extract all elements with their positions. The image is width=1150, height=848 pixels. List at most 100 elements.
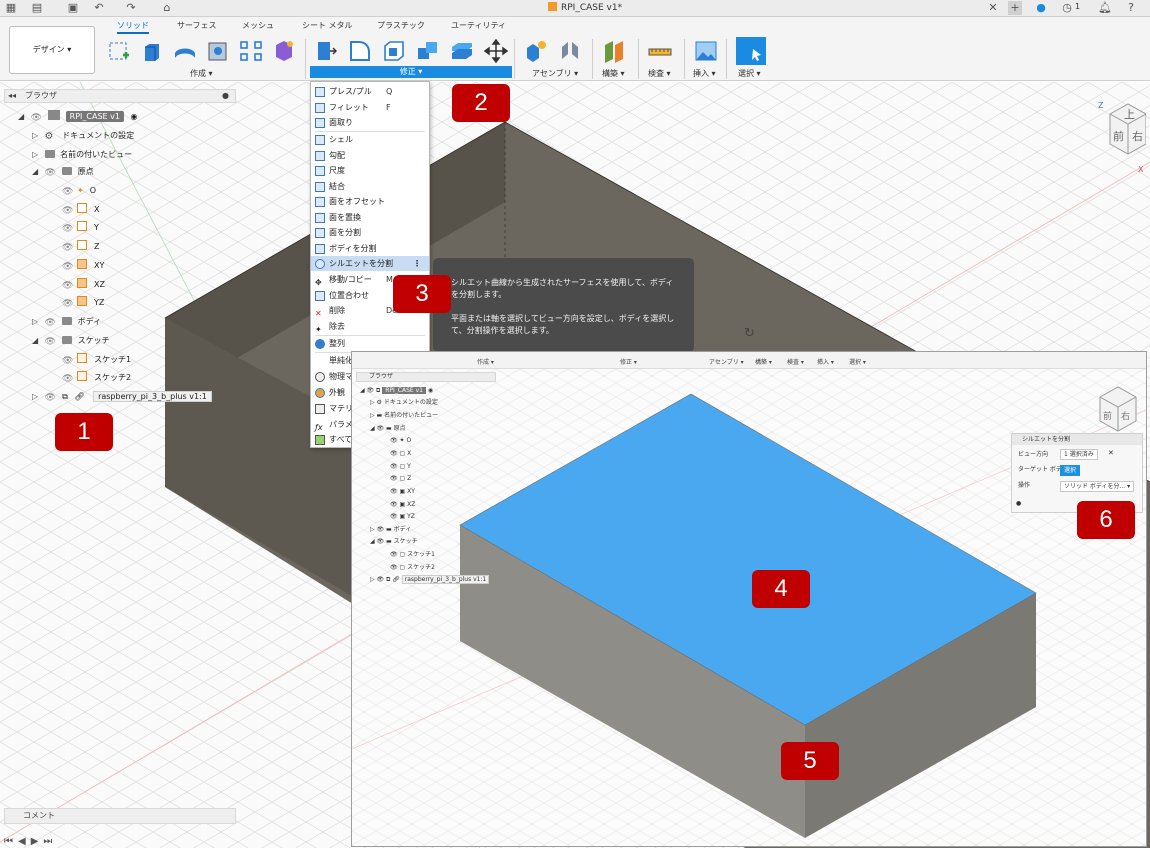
browser-minimize-icon[interactable]: ● <box>222 90 229 102</box>
eye-icon[interactable]: 👁︎ <box>45 165 57 178</box>
tree-row-root[interactable]: ◢ 👁︎ RPI_CASE v1 ◉ <box>18 109 137 125</box>
tab-solid[interactable]: ソリッド <box>117 20 149 34</box>
eye-icon[interactable]: 👁︎ <box>62 184 74 197</box>
select-group-label[interactable]: 選択 ▾ <box>738 68 761 79</box>
comment-panel[interactable]: コメント <box>4 808 236 824</box>
eye-icon[interactable]: 👁︎ <box>62 259 74 272</box>
offset-face-icon[interactable] <box>450 39 474 63</box>
tree-row-sketches[interactable]: ◢ 👁︎ スケッチ <box>32 333 110 349</box>
tree-row-component[interactable]: ▷ 👁︎ ⧉ 🔗︎ raspberry_pi_3_b_plus v1:1 <box>32 389 212 405</box>
file-icon[interactable]: ▤ <box>30 1 44 15</box>
tree-row-z-axis[interactable]: 👁︎ Z <box>62 239 99 255</box>
save-icon[interactable]: ▣ <box>66 1 80 15</box>
offset-plane-icon[interactable] <box>602 39 626 63</box>
tree-row-sketch1[interactable]: 👁︎ スケッチ1 <box>62 352 131 368</box>
tab-mesh[interactable]: メッシュ <box>242 20 274 31</box>
tab-sheet-metal[interactable]: シート メタル <box>302 20 353 31</box>
select-icon[interactable] <box>736 37 766 65</box>
eye-icon[interactable]: 👁︎ <box>62 278 74 291</box>
eye-icon[interactable]: 👁︎ <box>31 110 43 123</box>
close-tab-icon[interactable]: ✕ <box>986 1 1000 15</box>
combine-icon[interactable] <box>416 39 440 63</box>
tree-row-yz-plane[interactable]: 👁︎ YZ <box>62 295 104 311</box>
tab-utility[interactable]: ユーティリティ <box>451 20 506 31</box>
tree-row-named-views[interactable]: ▷ 名前の付いたビュー <box>32 147 132 163</box>
eye-icon[interactable]: 👁︎ <box>62 203 74 216</box>
view-direction-selection[interactable]: 1 選択済み <box>1060 449 1098 460</box>
create-group-label[interactable]: 作成 ▾ <box>190 68 213 79</box>
tree-row-xy-plane[interactable]: 👁︎ XY <box>62 258 104 274</box>
clear-selection-icon[interactable]: ✕ <box>1108 449 1114 457</box>
eye-icon[interactable]: 👁︎ <box>62 353 74 366</box>
redo-icon[interactable]: ↷ <box>124 1 138 15</box>
joint-icon[interactable] <box>558 39 582 63</box>
expand-triangle-icon[interactable]: ◢ <box>18 109 28 125</box>
menu-item-shell[interactable]: シェル <box>311 132 429 147</box>
tree-row-doc-settings[interactable]: ▷ ⚙ ドキュメントの設定 <box>32 128 134 144</box>
menu-item-scale[interactable]: 尺度 <box>311 163 429 178</box>
more-options-icon[interactable]: ⋮ <box>413 256 421 271</box>
tab-plastic[interactable]: プラスチック <box>377 20 425 31</box>
expand-triangle-icon[interactable]: ◢ <box>32 164 42 180</box>
tree-row-sketch2[interactable]: 👁︎ スケッチ2 <box>62 370 131 386</box>
rotate-icon[interactable]: ↻ <box>744 326 755 341</box>
measure-icon[interactable] <box>648 39 672 63</box>
expand-triangle-icon[interactable]: ▷ <box>32 389 42 405</box>
tree-row-origin[interactable]: ◢ 👁︎ 原点 <box>32 164 94 180</box>
shell-icon[interactable] <box>382 39 406 63</box>
insert-image-icon[interactable] <box>694 39 718 63</box>
tree-row-origin-point[interactable]: 👁︎ ✦ O <box>62 183 96 199</box>
tab-surface[interactable]: サーフェス <box>177 20 217 31</box>
menu-item-split-body[interactable]: ボディを分割 <box>311 241 429 256</box>
eye-icon[interactable]: 👁︎ <box>45 390 57 403</box>
modify-group-label[interactable]: 修正 ▾ <box>310 66 512 78</box>
workspace-switcher-button[interactable]: デザイン ▾ <box>9 26 95 74</box>
construct-group-label[interactable]: 構築 ▾ <box>602 68 625 79</box>
eye-icon[interactable]: 👁︎ <box>45 334 57 347</box>
new-tab-icon[interactable]: + <box>1008 1 1022 15</box>
menu-item-remove[interactable]: ✦ 除去 <box>311 319 429 334</box>
tree-row-x-axis[interactable]: 👁︎ X <box>62 202 99 218</box>
expand-triangle-icon[interactable]: ▷ <box>32 314 42 330</box>
pattern-icon[interactable] <box>239 39 263 63</box>
eye-icon[interactable]: 👁︎ <box>62 221 74 234</box>
menu-item-replace-face[interactable]: 面を置換 <box>311 210 429 225</box>
eye-icon[interactable]: 👁︎ <box>62 371 74 384</box>
revolve-icon[interactable] <box>173 39 197 63</box>
create-form-icon[interactable] <box>272 39 296 63</box>
view-cube[interactable]: 上 前 右 Z X <box>1098 100 1146 172</box>
tree-row-y-axis[interactable]: 👁︎ Y <box>62 220 99 236</box>
press-pull-icon[interactable] <box>314 39 338 63</box>
collapse-icon[interactable]: ◂◂ <box>8 90 16 102</box>
bell-icon[interactable]: 🔔︎ <box>1098 1 1112 15</box>
browser-header[interactable]: ◂◂ ブラウザ ● <box>4 89 236 103</box>
menu-item-arrange[interactable]: 整列 <box>311 336 429 351</box>
extensions-icon[interactable]: ● <box>1034 1 1048 15</box>
menu-item-offset-face[interactable]: 面をオフセット <box>311 194 429 209</box>
eye-icon[interactable]: 👁︎ <box>62 240 74 253</box>
eye-icon[interactable]: 👁︎ <box>62 296 74 309</box>
home-icon[interactable]: ⌂ <box>160 1 174 15</box>
menu-item-combine[interactable]: 結合 <box>311 179 429 194</box>
target-body-select-button[interactable]: 選択 <box>1060 465 1081 476</box>
menu-item-split-face[interactable]: 面を分割 <box>311 225 429 240</box>
extrude-icon[interactable] <box>140 39 164 63</box>
menu-item-chamfer[interactable]: 面取り <box>311 115 429 130</box>
operation-dropdown[interactable]: ソリッド ボディを分... ▾ <box>1060 481 1135 492</box>
new-component-icon[interactable] <box>524 39 548 63</box>
create-sketch-icon[interactable] <box>107 39 131 63</box>
tree-row-xz-plane[interactable]: 👁︎ XZ <box>62 277 105 293</box>
document-tab[interactable]: RPI_CASE v1* <box>548 1 622 16</box>
app-grid-icon[interactable]: ▦ <box>4 1 18 15</box>
menu-item-fillet[interactable]: フィレット F <box>311 100 429 115</box>
menu-item-press-pull[interactable]: プレス/プル Q <box>311 84 429 99</box>
expand-triangle-icon[interactable]: ▷ <box>32 128 42 144</box>
tree-row-bodies[interactable]: ▷ 👁︎ ボディ <box>32 314 101 330</box>
timeline-controls[interactable]: ⏮◀▶⏭ <box>4 836 57 848</box>
assemble-group-label[interactable]: アセンブリ ▾ <box>532 68 578 79</box>
inspect-group-label[interactable]: 検査 ▾ <box>648 68 671 79</box>
job-status-icon[interactable]: ◷ <box>1060 1 1074 15</box>
eye-icon[interactable]: 👁︎ <box>45 315 57 328</box>
expand-triangle-icon[interactable]: ◢ <box>32 333 42 349</box>
help-icon[interactable]: ? <box>1124 1 1138 15</box>
